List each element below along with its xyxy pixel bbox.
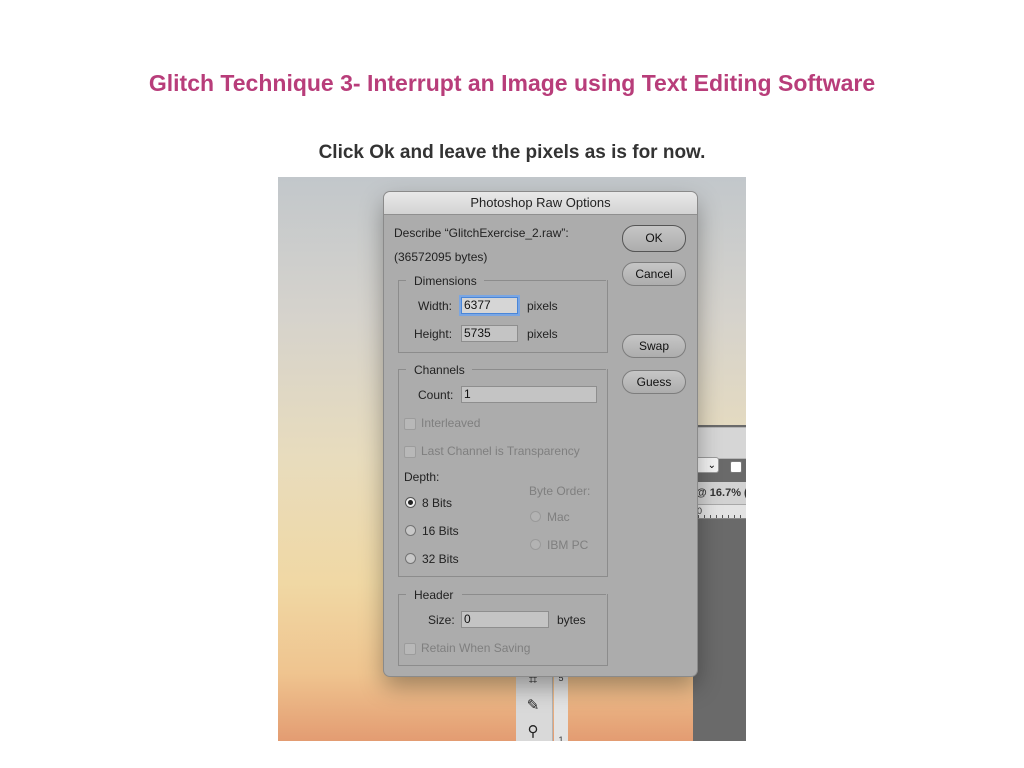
width-field[interactable]: 6377	[461, 297, 518, 314]
byte-order-option-label: Mac	[547, 510, 570, 524]
byte-order-mac-radio[interactable]	[530, 511, 541, 522]
slide-title: Glitch Technique 3- Interrupt an Image u…	[148, 70, 876, 96]
depth-option-label: 32 Bits	[422, 552, 459, 566]
slide-subtitle: Click Ok and leave the pixels as is for …	[318, 142, 706, 163]
document-zoom-label: @ 16.7% (	[696, 487, 746, 499]
byte-order-label: Byte Order:	[529, 484, 591, 498]
ok-button[interactable]: OK	[622, 225, 686, 252]
vertical-ruler: 5 1	[554, 667, 568, 741]
options-checkbox[interactable]	[730, 461, 742, 473]
dialog-title: Photoshop Raw Options	[384, 192, 697, 215]
interleaved-label: Interleaved	[421, 416, 481, 430]
retain-when-saving-checkbox[interactable]	[404, 643, 416, 655]
screenshot-frame: ⌄ @ 16.7% ( 0 ⌗ ✎ ⚲ 5 1 Photoshop Raw Op…	[278, 177, 746, 741]
depth-label: Depth:	[404, 470, 440, 484]
swap-button[interactable]: Swap	[622, 334, 686, 358]
depth-option-label: 8 Bits	[422, 496, 453, 510]
height-label: Height:	[414, 327, 453, 341]
height-field[interactable]: 5735	[461, 325, 518, 342]
pencil-tool-icon[interactable]: ✎	[524, 697, 542, 715]
count-label: Count:	[418, 388, 454, 402]
dimensions-group-box	[398, 280, 608, 353]
interleaved-checkbox[interactable]	[404, 418, 416, 430]
ruler-start-label: 0	[697, 506, 703, 516]
width-label: Width:	[418, 299, 453, 313]
retain-when-saving-label: Retain When Saving	[421, 641, 531, 655]
depth-16-bits-radio[interactable]	[405, 525, 416, 536]
photoshop-options-bar	[693, 427, 746, 459]
vruler-label: 1	[558, 735, 564, 741]
photoshop-raw-options-dialog: Photoshop Raw Options Describe “GlitchEx…	[384, 192, 697, 676]
height-unit: pixels	[527, 327, 558, 341]
width-unit: pixels	[527, 299, 558, 313]
describe-label: Describe “GlitchExercise_2.raw”:	[394, 226, 569, 240]
byte-order-ibm-pc-radio[interactable]	[530, 539, 541, 550]
header-group-box	[398, 594, 608, 666]
header-size-unit: bytes	[557, 613, 586, 627]
guess-button[interactable]: Guess	[622, 370, 686, 394]
header-size-field[interactable]: 0	[461, 611, 549, 628]
file-size-label: (36572095 bytes)	[394, 250, 488, 264]
depth-option-label: 16 Bits	[422, 524, 459, 538]
count-field[interactable]: 1	[461, 386, 597, 403]
stamp-tool-icon[interactable]: ⚲	[524, 723, 542, 741]
cancel-button[interactable]: Cancel	[622, 262, 686, 286]
header-size-label: Size:	[428, 613, 455, 627]
depth-32-bits-radio[interactable]	[405, 553, 416, 564]
transparency-label: Last Channel is Transparency	[421, 444, 580, 458]
tools-panel: ⌗ ✎ ⚲	[516, 667, 553, 741]
depth-8-bits-radio[interactable]	[405, 497, 416, 508]
horizontal-ruler: 0	[693, 505, 746, 519]
byte-order-option-label: IBM PC	[547, 538, 589, 552]
transparency-checkbox[interactable]	[404, 446, 416, 458]
